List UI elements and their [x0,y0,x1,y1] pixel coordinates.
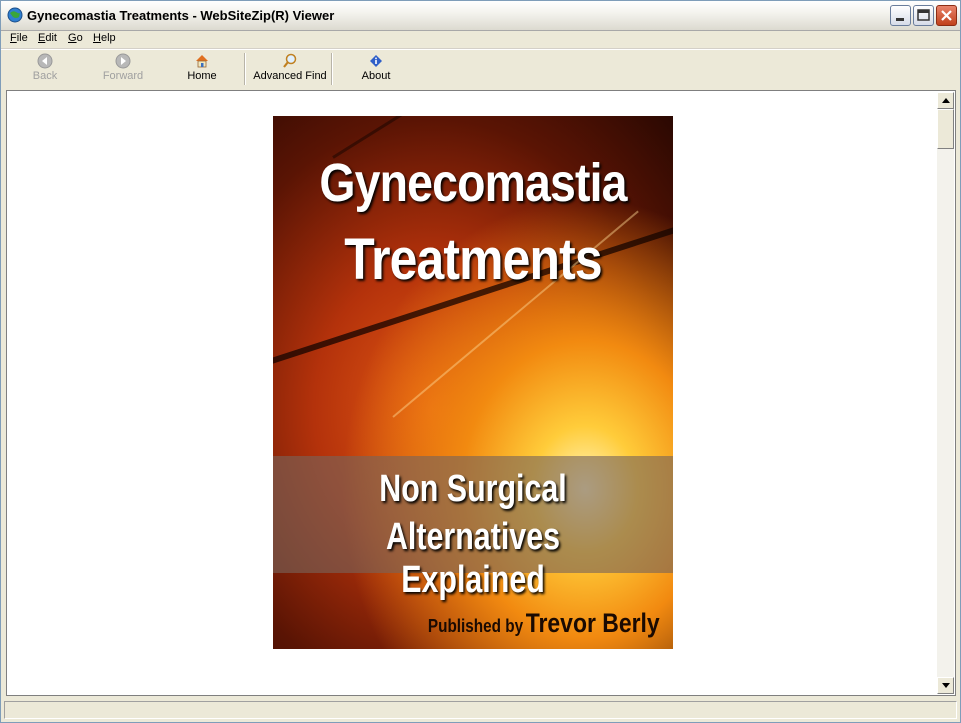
toolbar-separator [244,53,246,85]
status-bar [1,699,960,722]
maximize-button[interactable] [913,5,934,26]
back-button[interactable]: Back [23,52,67,86]
forward-label: Forward [102,70,144,82]
home-icon [196,55,208,68]
advanced-find-label: Advanced Find [253,70,327,82]
maximize-icon [917,9,930,21]
close-button[interactable] [936,5,957,26]
status-pane [4,701,957,719]
menu-help-accel: H [93,32,101,44]
content-pane[interactable]: Gynecomastia Treatments Non Surgical Alt… [6,90,956,696]
home-button[interactable]: Home [182,52,222,86]
menu-help[interactable]: Help [93,32,116,44]
cover-title-line2: Treatments [344,227,602,292]
back-arrow-icon [37,53,53,69]
scroll-down-button[interactable] [937,677,954,694]
back-label: Back [32,70,58,82]
vertical-scrollbar[interactable] [937,92,954,694]
about-button[interactable]: About [358,52,394,86]
menu-edit[interactable]: Edit [38,32,57,44]
scroll-up-button[interactable] [937,92,954,109]
menu-go[interactable]: Go [68,32,83,44]
home-label: Home [187,70,217,82]
close-icon [941,10,952,21]
app-window: Gynecomastia Treatments - WebSiteZip(R) … [0,0,961,723]
cover-publisher: Published by Trevor Berly [428,608,660,639]
menu-bar: File Edit Go Help [1,30,960,49]
menu-go-rest: o [76,32,83,44]
info-icon [370,55,382,67]
forward-button[interactable]: Forward [100,52,146,86]
menu-edit-rest: dit [45,32,57,44]
menu-file-rest: ile [16,32,28,44]
scrollbar-thumb[interactable] [937,109,954,149]
minimize-icon [896,18,904,21]
window-title: Gynecomastia Treatments - WebSiteZip(R) … [27,8,335,23]
title-bar[interactable]: Gynecomastia Treatments - WebSiteZip(R) … [1,1,960,31]
about-label: About [361,70,391,82]
toolbar-separator [331,53,333,85]
scroll-up-arrow-icon [942,98,950,103]
minimize-button[interactable] [890,5,911,26]
scroll-down-arrow-icon [942,683,950,688]
menu-help-rest: elp [100,32,116,44]
globe-app-icon [7,7,23,23]
cover-subtitle-line1: Non Surgical [379,468,567,510]
cover-author: Trevor Berly [526,608,660,638]
cover-title-line1: Gynecomastia [319,153,627,213]
forward-arrow-icon [115,53,131,69]
toolbar: Back Forward Home Advanced Find About [1,49,960,89]
magnifier-icon [283,53,297,68]
advanced-find-button[interactable]: Advanced Find [251,52,329,86]
book-cover-image: Gynecomastia Treatments Non Surgical Alt… [273,116,673,649]
menu-go-accel: G [68,32,77,44]
menu-file[interactable]: File [10,32,28,44]
cover-published-by: Published by [428,616,524,636]
cover-subtitle-line2: Alternatives Explained [385,516,561,601]
menu-file-accel: F [10,32,17,44]
